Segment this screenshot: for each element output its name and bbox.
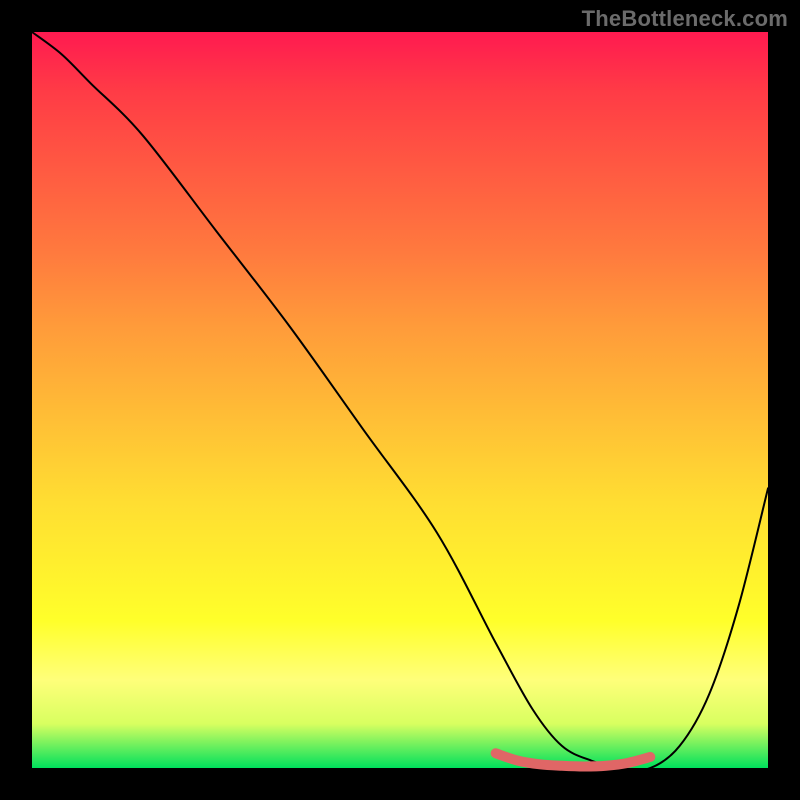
chart-stage: TheBottleneck.com xyxy=(0,0,800,800)
watermark-text: TheBottleneck.com xyxy=(582,6,788,32)
curve-line xyxy=(32,32,768,770)
chart-svg xyxy=(0,0,800,800)
marker-line xyxy=(496,753,651,766)
